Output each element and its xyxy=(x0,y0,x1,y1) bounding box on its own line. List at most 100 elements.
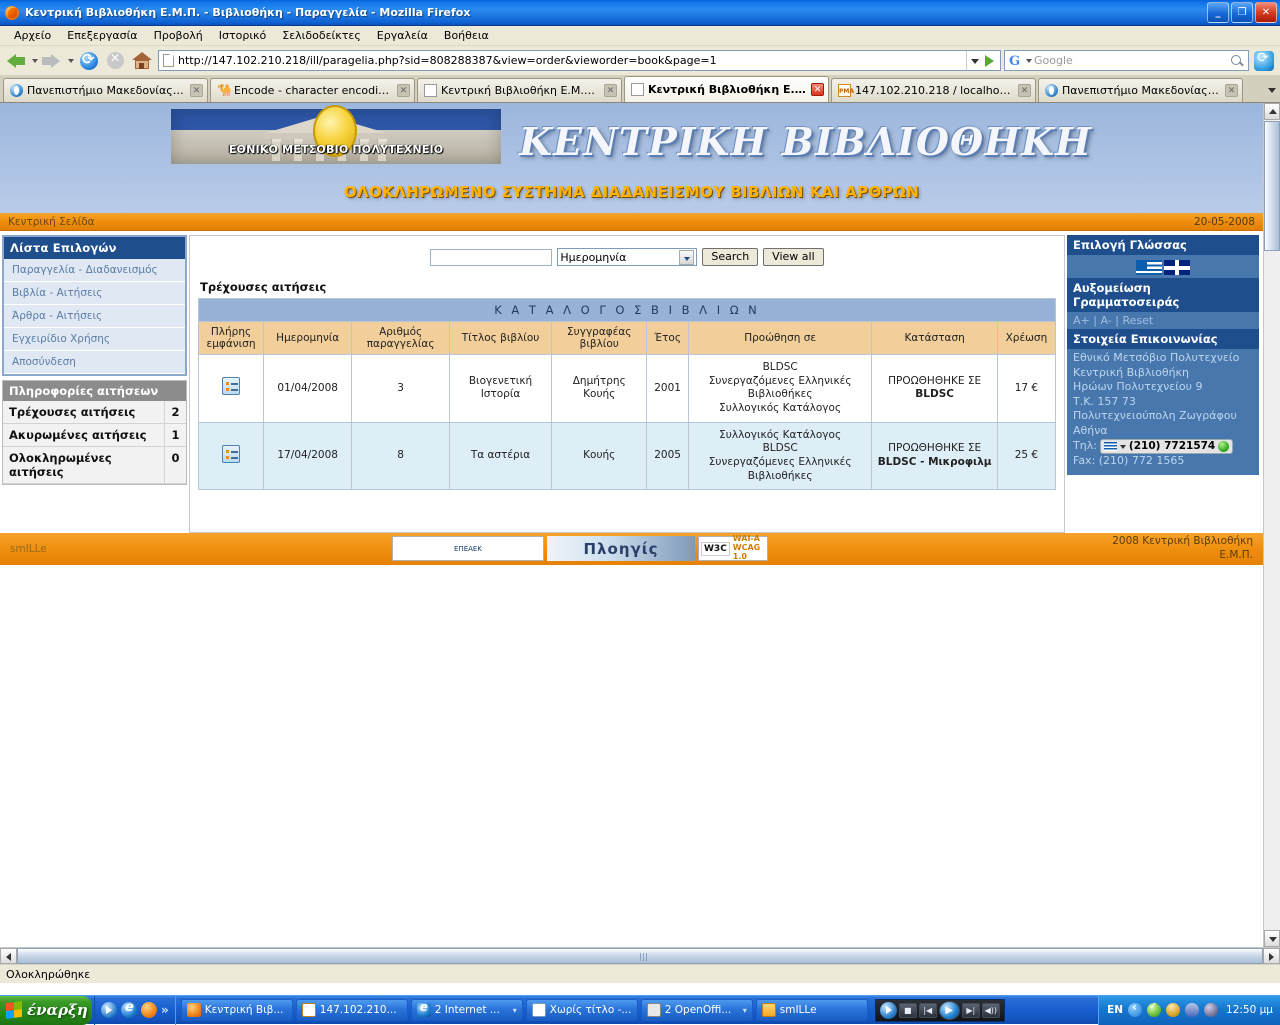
browser-tab-3[interactable]: Κεντρική Βιβλιοθήκη Ε.Μ.Π. - ... ✕ xyxy=(417,78,622,102)
task-button-untitled-doc[interactable]: Χωρίς τίτλο -... xyxy=(525,999,638,1021)
sidebar-item-order[interactable]: Παραγγελία - Διαδανεισμός xyxy=(4,259,185,282)
network-icon[interactable] xyxy=(1185,1003,1200,1017)
search-icon[interactable] xyxy=(1230,54,1244,68)
browser-tab-4-active[interactable]: Κεντρική Βιβλιοθήκη Ε.Μ.... ✕ xyxy=(624,76,829,102)
scroll-down-icon[interactable] xyxy=(1264,930,1280,947)
reload-icon[interactable] xyxy=(80,50,98,70)
task-button-phpmyadmin[interactable]: 147.102.210... xyxy=(295,999,408,1021)
table-row[interactable]: 17/04/2008 8 Τα αστέρια Κουής 2005 Συλλο… xyxy=(197,421,1057,491)
tab-close-icon[interactable]: ✕ xyxy=(1018,84,1031,97)
volume-icon[interactable] xyxy=(1204,1003,1219,1017)
go-icon[interactable] xyxy=(980,51,998,70)
ie-icon[interactable] xyxy=(121,1000,137,1018)
row-details-cell[interactable] xyxy=(197,354,265,423)
back-icon[interactable] xyxy=(4,48,30,74)
forward-icon[interactable] xyxy=(40,48,66,74)
task-button-smille-folder[interactable]: smILLe xyxy=(755,999,868,1021)
epeaek-logo[interactable]: ΕΠΕΑΕΚ xyxy=(392,536,544,561)
ploigis-logo[interactable]: Πλοηγίς xyxy=(547,536,695,561)
firefox-icon[interactable] xyxy=(141,1002,157,1018)
browser-tab-2[interactable]: 🐪 Encode - character encodings... ✕ xyxy=(210,78,415,102)
details-icon[interactable] xyxy=(222,377,241,396)
home-link[interactable]: Κεντρική Σελίδα xyxy=(8,216,95,228)
row-details-cell[interactable] xyxy=(197,421,265,491)
restore-button[interactable]: ❐ xyxy=(1231,2,1253,23)
vertical-scrollbar[interactable] xyxy=(1263,103,1280,947)
media-player-icon[interactable] xyxy=(101,1002,117,1018)
tray-expand-icon[interactable] xyxy=(1128,1000,1143,1017)
scroll-left-icon[interactable] xyxy=(0,948,17,964)
horizontal-scrollbar[interactable] xyxy=(0,947,1280,964)
chevron-down-icon[interactable] xyxy=(1119,444,1126,449)
table-row[interactable]: 01/04/2008 3 Βιογενετική Ιστορία Δημήτρη… xyxy=(197,354,1057,423)
media-player-icon[interactable] xyxy=(879,1001,897,1019)
scroll-right-icon[interactable] xyxy=(1263,948,1280,964)
minimize-button[interactable]: _ xyxy=(1207,2,1229,23)
sidebar-item-manual[interactable]: Εγχειρίδιο Χρήσης xyxy=(4,328,185,351)
url-dropdown-icon[interactable] xyxy=(966,51,980,70)
task-group-caret-icon[interactable]: ▾ xyxy=(743,1006,747,1015)
back-history-caret-icon[interactable] xyxy=(31,48,40,74)
sidebar-item-articles[interactable]: Άρθρα - Αιτήσεις xyxy=(4,305,185,328)
sidebar-item-books[interactable]: Βιβλία - Αιτήσεις xyxy=(4,282,185,305)
search-button[interactable]: Search xyxy=(702,248,759,266)
menu-bookmarks[interactable]: Σελιδοδείκτες xyxy=(274,27,369,44)
menu-edit[interactable]: Επεξεργασία xyxy=(59,27,145,44)
address-bar[interactable]: http://147.102.210.218/ill/paragelia.php… xyxy=(158,50,1001,71)
menu-history[interactable]: Ιστορικό xyxy=(211,27,275,44)
start-button[interactable]: έναρξη xyxy=(0,995,92,1025)
search-input[interactable]: Google xyxy=(1034,54,1230,67)
refresh-tool-icon[interactable] xyxy=(1252,49,1276,73)
search-field-select[interactable]: Ημερομηνία xyxy=(557,248,698,266)
quicklaunch-more-icon[interactable]: » xyxy=(161,1003,169,1017)
row-status-suffix: - Μικροφιλμ xyxy=(916,455,992,468)
vertical-scroll-thumb[interactable] xyxy=(1264,121,1280,251)
wai-logo[interactable]: W3C WAI-A WCAG 1.0 xyxy=(698,534,768,561)
forward-history-caret-icon[interactable] xyxy=(67,48,76,74)
menu-file[interactable]: Αρχείο xyxy=(6,27,59,44)
tab-close-icon[interactable]: ✕ xyxy=(604,84,617,97)
play-button[interactable]: ▶ xyxy=(938,1000,960,1020)
keyword-input[interactable] xyxy=(430,248,553,266)
menu-help[interactable]: Βοήθεια xyxy=(436,27,497,44)
search-engine-caret-icon[interactable] xyxy=(1025,48,1034,74)
browser-tab-6[interactable]: Πανεπιστήμιο Μακεδονίας-Βιβ... ✕ xyxy=(1038,78,1243,102)
user-account-icon[interactable] xyxy=(1166,1003,1181,1017)
tab-close-icon[interactable]: ✕ xyxy=(1225,84,1238,97)
home-icon[interactable] xyxy=(132,51,152,70)
scroll-up-icon[interactable] xyxy=(1264,103,1280,120)
uk-flag-icon[interactable] xyxy=(1164,260,1190,275)
tab-close-icon[interactable]: ✕ xyxy=(190,84,203,97)
browser-tab-5[interactable]: PMA 147.102.210.218 / localhost /... ✕ xyxy=(831,78,1036,102)
security-shield-icon[interactable] xyxy=(1147,1001,1162,1017)
menu-view[interactable]: Προβολή xyxy=(146,27,211,44)
font-reset-link[interactable]: Reset xyxy=(1122,314,1153,327)
menu-tools[interactable]: Εργαλεία xyxy=(369,27,436,44)
task-button-openoffice-group[interactable]: 2 OpenOffi... ▾ xyxy=(640,999,753,1021)
next-button[interactable]: ▶| xyxy=(961,1002,980,1018)
task-button-internet-group[interactable]: 2 Internet ... ▾ xyxy=(410,999,523,1021)
stop-button[interactable]: ■ xyxy=(898,1002,917,1018)
clock[interactable]: 12:50 μμ xyxy=(1226,1004,1273,1016)
tab-close-icon[interactable]: ✕ xyxy=(811,83,824,96)
tab-list-caret-icon[interactable] xyxy=(1266,82,1278,98)
tab-close-icon[interactable]: ✕ xyxy=(397,84,410,97)
browser-tab-1[interactable]: Πανεπιστήμιο Μακεδονίας - Βι... ✕ xyxy=(3,78,208,102)
view-all-button[interactable]: View all xyxy=(763,248,824,266)
task-button-firefox[interactable]: Κεντρική Βιβ... xyxy=(180,999,293,1021)
close-button[interactable]: ✕ xyxy=(1255,2,1277,23)
task-group-caret-icon[interactable]: ▾ xyxy=(513,1006,517,1015)
greek-flag-icon[interactable] xyxy=(1136,260,1162,275)
call-icon[interactable] xyxy=(1218,441,1230,453)
previous-button[interactable]: |◀ xyxy=(918,1002,937,1018)
sidebar-item-logout[interactable]: Αποσύνδεση xyxy=(4,351,185,374)
search-bar[interactable]: G Google xyxy=(1004,50,1249,71)
volume-button[interactable]: ◀)) xyxy=(981,1002,1000,1018)
skype-phone-widget[interactable]: (210) 7721574 xyxy=(1099,439,1234,455)
font-increase-link[interactable]: A+ xyxy=(1073,314,1090,327)
horizontal-scroll-thumb[interactable] xyxy=(17,948,1263,964)
chevron-down-icon[interactable] xyxy=(679,249,695,265)
details-icon[interactable] xyxy=(222,444,241,463)
font-decrease-link[interactable]: A- xyxy=(1100,314,1111,327)
language-indicator[interactable]: EN xyxy=(1107,1004,1123,1016)
